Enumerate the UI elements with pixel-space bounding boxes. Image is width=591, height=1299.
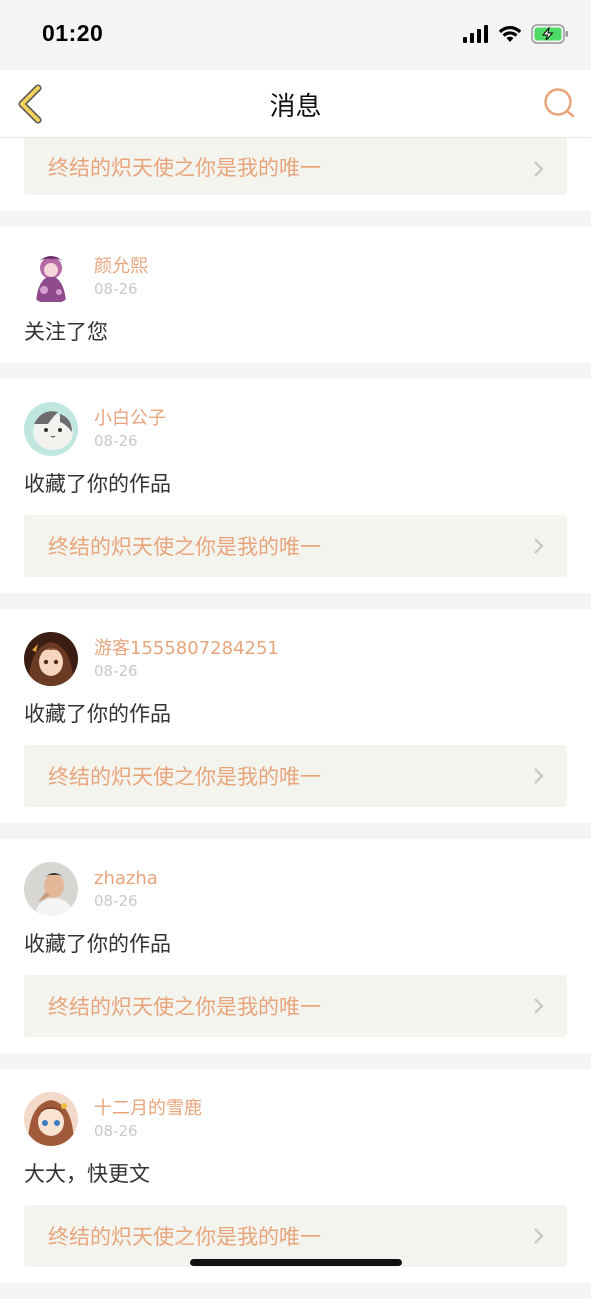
- message-header: zhazha 08-26: [24, 861, 567, 917]
- avatar[interactable]: [24, 402, 78, 456]
- status-time: 01:20: [42, 20, 104, 46]
- username[interactable]: 小白公子: [94, 407, 166, 431]
- avatar[interactable]: [24, 250, 78, 304]
- work-link[interactable]: 终结的炽天使之你是我的唯一: [24, 745, 567, 807]
- home-indicator[interactable]: [190, 1259, 402, 1266]
- message-header: 游客1555807284251 08-26: [24, 631, 567, 687]
- message-date: 08-26: [94, 432, 138, 450]
- wifi-icon: [498, 25, 522, 47]
- chevron-right-icon: [534, 1228, 544, 1244]
- message-date: 08-26: [94, 280, 138, 298]
- work-link[interactable]: 终结的炽天使之你是我的唯一: [24, 138, 567, 195]
- work-link[interactable]: 终结的炽天使之你是我的唯一: [24, 975, 567, 1037]
- user-meta: zhazha 08-26: [94, 867, 158, 911]
- battery-charging-icon: [531, 24, 569, 48]
- page-title: 消息: [269, 92, 322, 122]
- username[interactable]: zhazha: [94, 867, 158, 891]
- work-link[interactable]: 终结的炽天使之你是我的唯一: [24, 1205, 567, 1267]
- user-meta: 小白公子 08-26: [94, 407, 166, 451]
- message-list: 终结的炽天使之你是我的唯一 颜允熙 08-26 关注了您 小白公子 08-26 …: [0, 138, 591, 1299]
- search-icon: [544, 88, 575, 118]
- signal-icon: [463, 25, 489, 47]
- user-meta: 颜允熙 08-26: [94, 255, 148, 299]
- message-header: 颜允熙 08-26: [24, 249, 567, 305]
- username[interactable]: 游客1555807284251: [94, 637, 279, 661]
- work-title: 终结的炽天使之你是我的唯一: [48, 995, 321, 1019]
- message-card: zhazha 08-26 收藏了你的作品 终结的炽天使之你是我的唯一: [0, 839, 591, 1053]
- username[interactable]: 十二月的雪鹿: [94, 1097, 202, 1121]
- message-text: 收藏了你的作品: [24, 702, 171, 726]
- message-date: 08-26: [94, 1122, 138, 1140]
- user-meta: 十二月的雪鹿 08-26: [94, 1097, 202, 1141]
- message-card: 小白公子 08-26 收藏了你的作品 终结的炽天使之你是我的唯一: [0, 379, 591, 593]
- chevron-right-icon: [534, 538, 544, 554]
- message-card: 终结的炽天使之你是我的唯一: [0, 138, 591, 211]
- message-card: 游客1555807284251 08-26 收藏了你的作品 终结的炽天使之你是我…: [0, 609, 591, 823]
- status-bar: 01:20: [0, 0, 591, 70]
- work-title: 终结的炽天使之你是我的唯一: [48, 155, 321, 180]
- work-title: 终结的炽天使之你是我的唯一: [48, 535, 321, 559]
- status-icons: [463, 24, 569, 48]
- username[interactable]: 颜允熙: [94, 255, 148, 279]
- message-header: 十二月的雪鹿 08-26: [24, 1091, 567, 1147]
- message-text: 关注了您: [24, 320, 108, 344]
- avatar[interactable]: [24, 632, 78, 686]
- work-title: 终结的炽天使之你是我的唯一: [48, 765, 321, 789]
- message-date: 08-26: [94, 662, 138, 680]
- work-title: 终结的炽天使之你是我的唯一: [48, 1225, 321, 1249]
- avatar[interactable]: [24, 862, 78, 916]
- work-link[interactable]: 终结的炽天使之你是我的唯一: [24, 515, 567, 577]
- chevron-right-icon: [534, 161, 544, 177]
- message-card: 十二月的雪鹿 08-26 大大，快更文 终结的炽天使之你是我的唯一: [0, 1069, 591, 1283]
- message-header: 小白公子 08-26: [24, 401, 567, 457]
- message-text: 大大，快更文: [24, 1162, 150, 1186]
- chevron-right-icon: [534, 998, 544, 1014]
- message-text: 收藏了你的作品: [24, 472, 171, 496]
- message-text: 收藏了你的作品: [24, 932, 171, 956]
- avatar[interactable]: [24, 1092, 78, 1146]
- message-date: 08-26: [94, 892, 138, 910]
- message-card: 颜允熙 08-26 关注了您: [0, 227, 591, 363]
- chevron-right-icon: [534, 768, 544, 784]
- user-meta: 游客1555807284251 08-26: [94, 637, 279, 681]
- nav-bar: 消息: [0, 70, 591, 138]
- search-button[interactable]: [543, 87, 575, 119]
